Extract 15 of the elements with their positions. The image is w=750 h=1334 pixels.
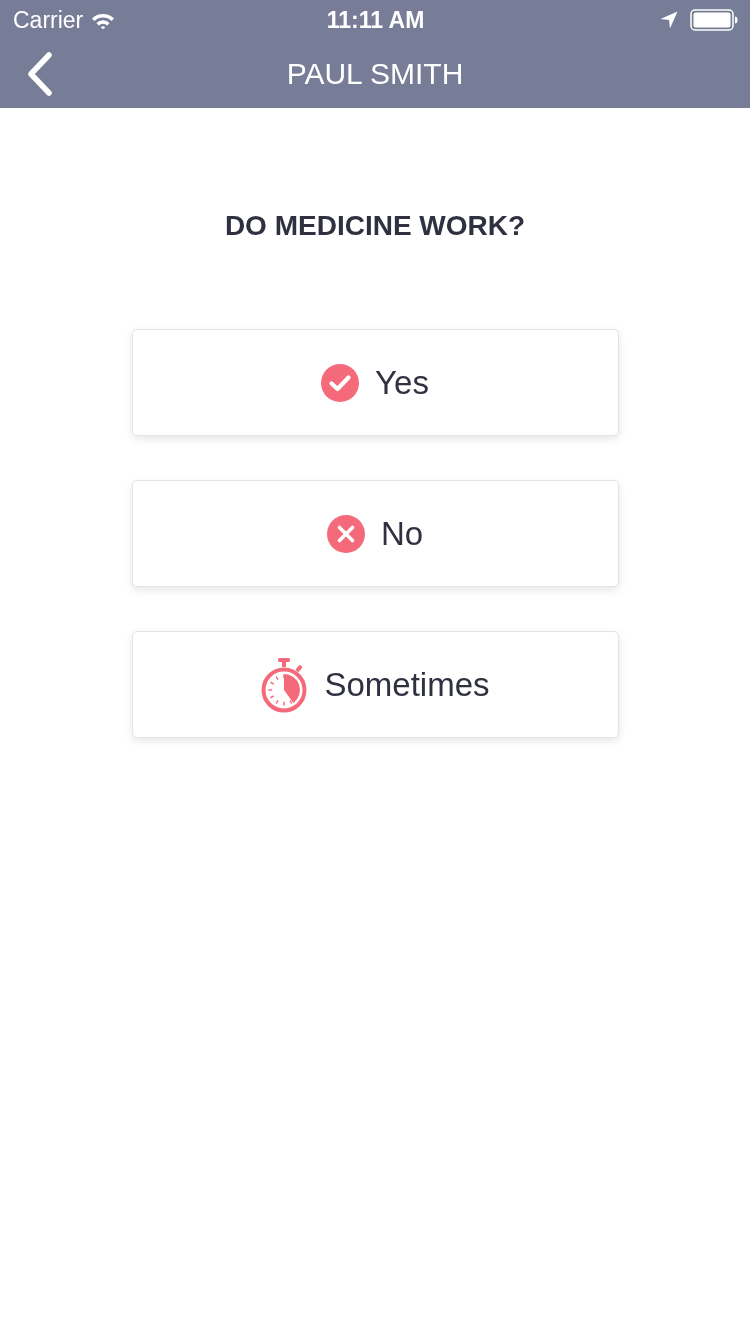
stopwatch-icon — [260, 656, 309, 713]
answer-option-button[interactable]: No — [131, 480, 619, 587]
carrier-name: Carrier — [13, 6, 84, 34]
battery-icon — [690, 9, 738, 31]
screen-title: PAUL SMITH — [286, 57, 464, 91]
check-circle-icon — [321, 363, 360, 402]
location-arrow-icon — [660, 11, 678, 29]
answer-option-button[interactable]: Yes — [131, 329, 619, 436]
question-heading: DO MEDICINE WORK? — [224, 209, 526, 243]
x-circle-icon — [326, 514, 365, 553]
back-button[interactable] — [26, 52, 54, 96]
answer-option-button[interactable]: Sometimes — [131, 631, 619, 738]
chevron-left-icon — [26, 52, 54, 96]
status-time: 11:11 AM — [326, 6, 425, 34]
wifi-signal-icon — [91, 11, 116, 29]
